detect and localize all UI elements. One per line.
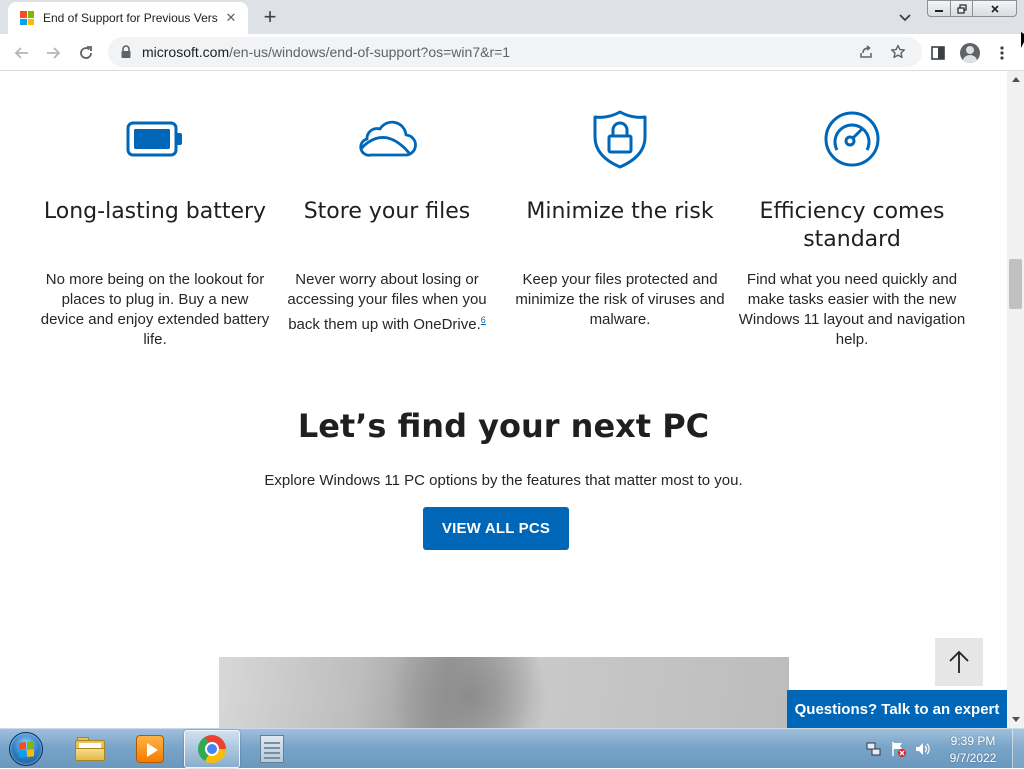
reload-button[interactable] xyxy=(73,40,99,66)
microsoft-logo-icon xyxy=(20,11,34,25)
windows-orb-icon xyxy=(9,732,43,766)
address-bar[interactable]: microsoft.com/en-us/windows/end-of-suppo… xyxy=(108,37,922,67)
window-controls xyxy=(927,0,1019,18)
avatar-icon xyxy=(960,43,980,63)
new-tab-button[interactable]: + xyxy=(258,5,282,29)
url-host: microsoft.com xyxy=(142,44,230,60)
feature-title: Minimize the risk xyxy=(526,199,714,224)
side-panel-icon[interactable] xyxy=(926,41,950,65)
browser-toolbar: microsoft.com/en-us/windows/end-of-suppo… xyxy=(0,34,1024,71)
feature-description-text: Never worry about losing or accessing yo… xyxy=(287,271,487,333)
feature-description: No more being on the lookout for places … xyxy=(40,271,270,348)
lock-icon[interactable] xyxy=(120,45,132,59)
scroll-up-icon[interactable] xyxy=(1007,71,1024,88)
talk-to-expert-button[interactable]: Questions? Talk to an expert xyxy=(787,690,1007,728)
volume-icon[interactable] xyxy=(914,741,930,757)
feature-description: Find what you need quickly and make task… xyxy=(738,271,966,348)
profile-avatar[interactable] xyxy=(958,41,982,65)
close-tab-icon[interactable]: ✕ xyxy=(222,9,240,27)
media-player-icon[interactable] xyxy=(122,730,178,768)
action-center-flag-icon[interactable] xyxy=(890,741,906,757)
section-title: Let’s find your next PC xyxy=(297,407,710,445)
url-text: microsoft.com/en-us/windows/end-of-suppo… xyxy=(142,44,510,60)
back-button[interactable] xyxy=(9,40,35,66)
back-to-top-button[interactable] xyxy=(935,638,983,686)
notepad-icon[interactable] xyxy=(244,730,300,768)
taskbar: 9:39 PM 9/7/2022 xyxy=(0,728,1024,769)
battery-icon xyxy=(40,105,270,173)
chrome-icon[interactable] xyxy=(184,730,240,768)
footnote-link[interactable]: 6 xyxy=(481,315,486,325)
feature-title: Efficiency comes standard xyxy=(759,199,945,252)
explorer-icon[interactable] xyxy=(62,730,118,768)
view-all-pcs-button[interactable]: VIEW ALL PCS xyxy=(423,507,569,550)
tab-title: End of Support for Previous Vers xyxy=(43,11,218,25)
menu-kebab-icon[interactable] xyxy=(990,41,1014,65)
vertical-scrollbar[interactable] xyxy=(1007,71,1024,728)
clock-date[interactable]: 9/7/2022 xyxy=(942,751,1004,765)
minimize-window-button[interactable] xyxy=(927,0,951,17)
clock-time[interactable]: 9:39 PM xyxy=(942,734,1004,748)
restore-window-button[interactable] xyxy=(951,0,973,17)
show-desktop-button[interactable] xyxy=(1012,729,1024,769)
cloud-icon xyxy=(272,105,502,173)
share-icon[interactable] xyxy=(856,42,876,62)
tab-strip: End of Support for Previous Vers ✕ + xyxy=(0,0,1024,34)
browser-tab[interactable]: End of Support for Previous Vers ✕ xyxy=(8,2,248,34)
speedometer-icon xyxy=(737,105,967,173)
forward-button[interactable] xyxy=(40,40,66,66)
feature-title: Long-lasting battery xyxy=(43,199,267,224)
feature-description: Keep your files protected and minimize t… xyxy=(515,271,725,328)
browser-window: End of Support for Previous Vers ✕ + mic… xyxy=(0,0,1024,728)
section-subtitle: Explore Windows 11 PC options by the fea… xyxy=(264,472,743,489)
bookmark-star-icon[interactable] xyxy=(888,42,908,62)
scroll-down-icon[interactable] xyxy=(1007,711,1024,728)
tab-search-icon[interactable] xyxy=(894,7,916,29)
shield-lock-icon xyxy=(505,105,735,173)
page-viewport: Long-lasting battery No more being on th… xyxy=(0,71,1007,728)
close-window-button[interactable] xyxy=(973,0,1017,17)
start-button[interactable] xyxy=(2,730,50,768)
network-icon[interactable] xyxy=(866,741,882,757)
url-path: /en-us/windows/end-of-support?os=win7&r=… xyxy=(229,44,511,60)
hero-image xyxy=(219,657,789,728)
arrow-up-icon xyxy=(949,650,969,673)
scroll-thumb[interactable] xyxy=(1009,259,1022,309)
feature-title: Store your files xyxy=(303,199,471,224)
feature-description: Never worry about losing or accessing yo… xyxy=(272,270,502,335)
